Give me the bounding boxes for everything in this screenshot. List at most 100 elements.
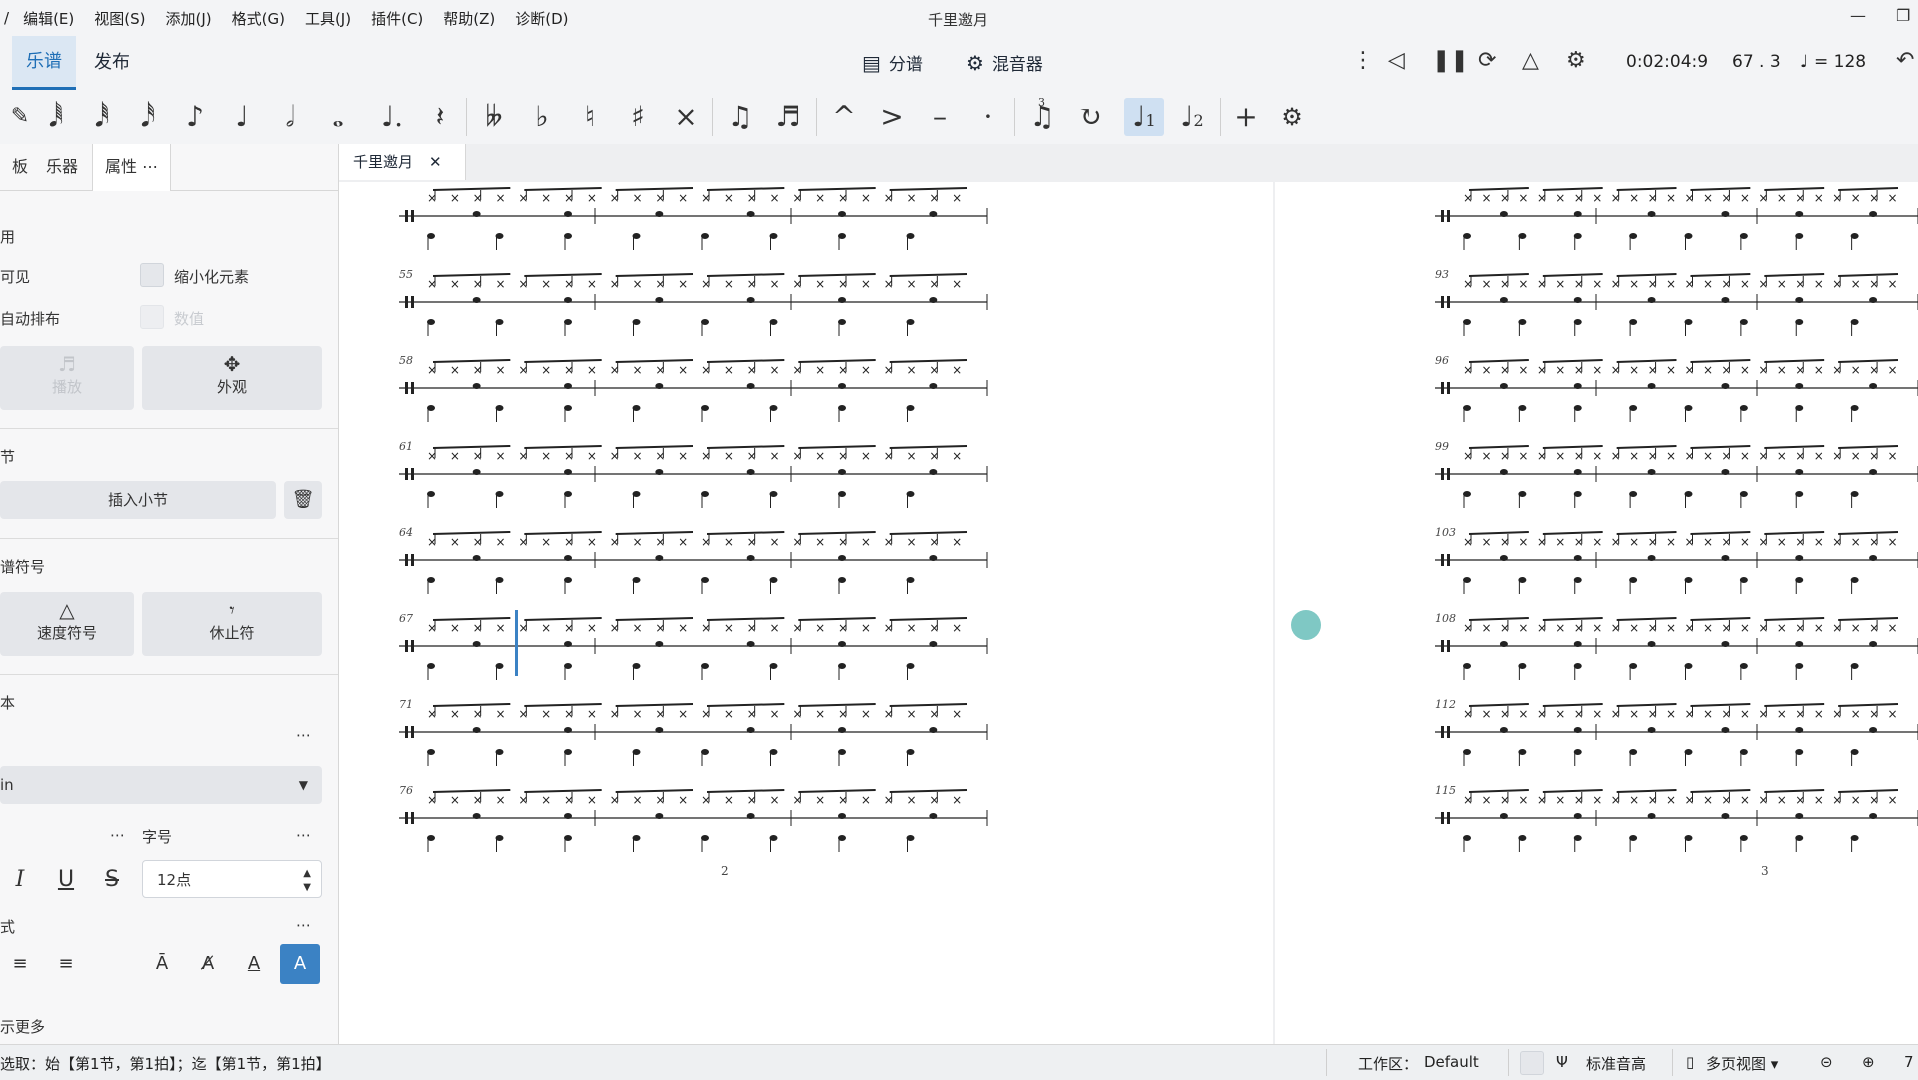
note-half-icon[interactable]: 𝅗𝅥 [270, 98, 310, 136]
settings-icon[interactable]: ⚙ [1272, 98, 1312, 136]
double-sharp-icon[interactable]: × [666, 98, 706, 136]
playback-button[interactable]: ♬ 播放 [0, 346, 134, 410]
measure-number: 55 [399, 268, 413, 281]
flat-icon[interactable]: ♭ [522, 98, 562, 136]
snare-note [1573, 211, 1582, 217]
more-options-icon[interactable]: ⋯ [296, 726, 311, 744]
drag-handle-icon[interactable]: ⋮ [1352, 48, 1374, 73]
text-top-icon[interactable]: Ā [142, 944, 182, 984]
note-eighth-icon[interactable]: ♪ [175, 98, 215, 136]
hihat-note: × [450, 621, 460, 635]
hihat-note: × [450, 535, 460, 549]
beam [706, 789, 785, 793]
tuplet-icon[interactable]: 3 ♫ [1022, 96, 1062, 136]
dot-icon[interactable]: ♩. [372, 98, 412, 136]
zoom-out-icon[interactable]: ⊝ [1820, 1053, 1833, 1071]
tab-instruments[interactable]: 乐器 [34, 144, 90, 190]
divider [0, 428, 338, 429]
text-strike-icon[interactable]: A̸ [188, 944, 228, 984]
text-baseline-icon[interactable]: A [234, 944, 274, 984]
menu-view[interactable]: 视图(S) [84, 8, 155, 29]
align-center-icon[interactable]: ≡ [0, 944, 40, 984]
workspace-value[interactable]: Default [1424, 1053, 1479, 1071]
pen-icon[interactable]: ✎ [0, 98, 40, 136]
playback-settings-icon[interactable]: ⚙ [1566, 48, 1586, 73]
close-icon[interactable]: ✕ [429, 144, 442, 180]
parts-button[interactable]: ▤ 分谱 [862, 50, 923, 76]
hihat-note: × [1685, 277, 1695, 291]
zoom-in-icon[interactable]: ⊕ [1862, 1053, 1875, 1071]
mascot-avatar[interactable] [1291, 610, 1321, 640]
hihat-note: × [907, 621, 917, 635]
menu-edit[interactable]: 编辑(E) [13, 8, 84, 29]
note-quarter-icon[interactable]: ♩ [222, 98, 262, 136]
font-dropdown[interactable]: in ▼ [0, 766, 322, 804]
minimize-icon[interactable]: — [1850, 6, 1866, 25]
note-32nd-icon[interactable]: 𝅘𝅥𝅱 [82, 98, 122, 136]
delete-icon[interactable]: 🗑 [284, 481, 322, 519]
menu-diagnostics[interactable]: 诊断(D) [505, 8, 578, 29]
note-64th-icon[interactable]: 𝅘𝅥𝅲 [36, 98, 76, 136]
mixer-button[interactable]: ⚙ 混音器 [966, 50, 1043, 76]
tab-publish[interactable]: 发布 [80, 36, 144, 90]
insert-measure-button[interactable]: 插入小节 [0, 481, 276, 519]
scale-checkbox[interactable] [140, 263, 164, 287]
concert-pitch-checkbox[interactable] [1520, 1051, 1544, 1075]
note-16th-icon[interactable]: 𝅘𝅥𝅰 [128, 98, 168, 136]
italic-icon[interactable]: I [0, 860, 40, 900]
view-mode-dropdown[interactable]: 多页视图 ▾ [1706, 1053, 1778, 1074]
sharp-icon[interactable]: ♯ [618, 98, 658, 136]
natural-icon[interactable]: ♮ [570, 98, 610, 136]
rewind-icon[interactable]: ◁ [1388, 48, 1405, 73]
hihat-note: × [1555, 191, 1565, 205]
double-flat-icon[interactable]: 𝄫 [474, 98, 514, 136]
strikethrough-icon[interactable]: S [92, 860, 132, 900]
menu-format[interactable]: 格式(G) [222, 8, 295, 29]
undo-icon[interactable]: ↶ [1896, 48, 1914, 73]
tenuto-icon[interactable]: – [920, 98, 960, 136]
marcato-icon[interactable]: ^ [824, 98, 864, 136]
note-whole-icon[interactable]: 𝅝 [318, 98, 358, 136]
tempo-marking-button[interactable]: △ 速度符号 [0, 592, 134, 656]
staccato-icon[interactable]: · [968, 98, 1008, 136]
hihat-note: × [1777, 449, 1787, 463]
hihat-note: × [1666, 191, 1676, 205]
beam [432, 789, 511, 793]
flip-icon[interactable]: ↻ [1070, 98, 1110, 136]
hihat-note: × [838, 449, 848, 463]
accent-icon[interactable]: > [872, 98, 912, 136]
metronome-icon[interactable]: △ [1522, 48, 1539, 73]
align-right-icon[interactable]: ≡ [46, 944, 86, 984]
underline-icon[interactable]: U [46, 860, 86, 900]
more-options-icon[interactable]: ⋯ [296, 826, 311, 844]
loop-icon[interactable]: ⟳ [1478, 48, 1496, 73]
show-more-link[interactable]: 示更多 [0, 1016, 45, 1037]
voice1-icon[interactable]: ♩1 [1124, 98, 1164, 136]
menu-tools[interactable]: 工具(J) [295, 8, 361, 29]
tab-properties[interactable]: 属性 ⋯ [92, 144, 172, 191]
rest-icon[interactable]: 𝄽 [420, 98, 460, 136]
add-icon[interactable]: + [1226, 98, 1266, 136]
more-options-icon[interactable]: ⋯ [110, 826, 125, 844]
snare-note [838, 641, 846, 647]
appearance-button[interactable]: ✥ 外观 [142, 346, 322, 410]
menu-add[interactable]: 添加(J) [155, 8, 221, 29]
spin-down-icon[interactable]: ▼ [303, 869, 311, 907]
menu-plugins[interactable]: 插件(C) [361, 8, 433, 29]
play-pause-icon[interactable]: ❚❚ [1432, 48, 1469, 73]
font-size-input[interactable]: 12点 ▲ ▼ [142, 860, 322, 898]
voice2-icon[interactable]: ♩2 [1172, 98, 1212, 136]
restore-icon[interactable]: ❐ [1896, 6, 1910, 25]
hihat-note: × [1721, 793, 1731, 807]
text-frame-icon[interactable]: A [280, 944, 320, 984]
rest-button[interactable]: 𝄾 休止符 [142, 592, 322, 656]
tab-score[interactable]: 乐谱 [12, 36, 76, 90]
beam [889, 789, 968, 793]
auto-place-checkbox[interactable] [140, 305, 164, 329]
menu-help[interactable]: 帮助(Z) [433, 8, 505, 29]
more-options-icon[interactable]: ⋯ [296, 916, 311, 934]
document-tab[interactable]: 千里邀月 ✕ [339, 144, 466, 180]
tie-icon[interactable]: ♫ [720, 98, 760, 136]
slur-icon[interactable]: ♬ [768, 98, 808, 136]
menu-file-fragment[interactable]: / [0, 9, 13, 27]
